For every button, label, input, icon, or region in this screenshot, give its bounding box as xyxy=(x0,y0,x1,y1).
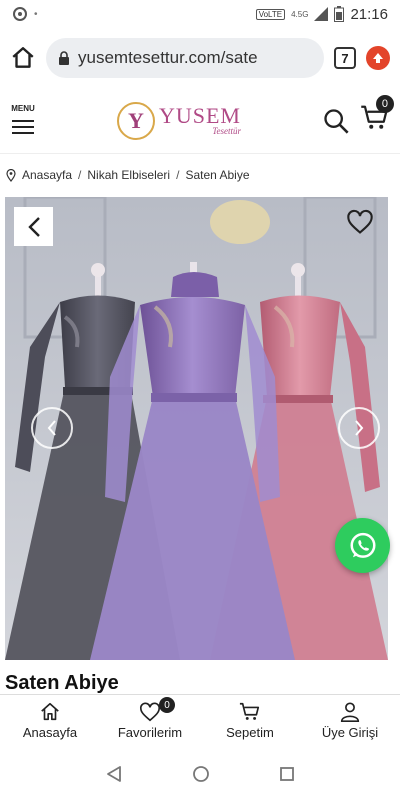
update-icon[interactable] xyxy=(366,46,390,70)
heart-icon xyxy=(347,209,373,234)
volte-badge: VoLTE xyxy=(255,8,286,20)
notification-icon xyxy=(13,7,27,21)
battery-icon xyxy=(334,6,345,22)
nav-home-label: Anasayfa xyxy=(22,725,78,740)
add-to-favorites-button[interactable] xyxy=(346,209,374,240)
gallery-back-button[interactable] xyxy=(14,207,53,246)
home-icon[interactable] xyxy=(10,45,36,71)
product-title: Saten Abiye xyxy=(5,672,119,694)
nav-favorites-label: Favorilerim xyxy=(117,725,183,740)
search-icon[interactable] xyxy=(322,107,350,135)
logo-subtitle: Tesettür xyxy=(212,126,241,136)
whatsapp-button[interactable] xyxy=(335,518,390,573)
menu-button[interactable]: MENU xyxy=(10,104,36,138)
back-icon[interactable] xyxy=(105,765,123,783)
site-header: MENU Y YUSEM Tesettür 0 xyxy=(0,88,400,154)
nav-home[interactable]: Anasayfa xyxy=(5,701,95,740)
lock-icon xyxy=(59,51,69,65)
logo-name: YUSEM xyxy=(158,103,241,128)
browser-toolbar: yusemtesettur.com/sate 7 xyxy=(0,28,400,88)
header-cart-button[interactable]: 0 xyxy=(360,95,394,138)
tab-switcher-icon[interactable]: 7 xyxy=(334,47,356,69)
home-circle-icon[interactable] xyxy=(192,765,210,783)
whatsapp-icon xyxy=(350,532,375,558)
gallery-next-button[interactable] xyxy=(338,407,380,449)
breadcrumb-separator: / xyxy=(176,168,180,182)
status-bar: • VoLTE 4.5G 21:16 xyxy=(0,0,400,28)
site-logo[interactable]: Y YUSEM Tesettür xyxy=(116,101,241,140)
menu-label: MENU xyxy=(11,103,35,113)
nav-login[interactable]: Üye Girişi xyxy=(305,701,395,740)
home-icon xyxy=(41,702,59,721)
breadcrumb-item-home[interactable]: Anasayfa xyxy=(22,168,72,182)
nav-cart[interactable]: Sepetim xyxy=(205,701,295,740)
breadcrumb-separator: / xyxy=(78,168,82,182)
address-bar[interactable]: yusemtesettur.com/sate xyxy=(46,38,324,78)
breadcrumb-item-category[interactable]: Nikah Elbiseleri xyxy=(87,168,170,182)
chevron-left-icon xyxy=(47,420,56,436)
cart-count-badge: 0 xyxy=(375,95,394,113)
bottom-navigation: Anasayfa 0 Favorilerim Sepetim Üye Giriş… xyxy=(0,694,400,746)
breadcrumb: Anasayfa / Nikah Elbiseleri / Saten Abiy… xyxy=(0,162,400,188)
menu-icon xyxy=(12,116,34,138)
recents-icon[interactable] xyxy=(279,766,295,782)
nav-login-label: Üye Girişi xyxy=(321,725,379,740)
breadcrumb-item-current: Saten Abiye xyxy=(185,168,250,182)
favorites-count-badge: 0 xyxy=(159,697,175,713)
dot-icon: • xyxy=(34,8,38,20)
network-type: 4.5G xyxy=(291,9,309,19)
nav-favorites[interactable]: 0 Favorilerim xyxy=(105,697,195,740)
system-navigation-bar xyxy=(0,748,400,800)
user-icon xyxy=(340,702,360,722)
nav-cart-label: Sepetim xyxy=(226,725,274,740)
chevron-right-icon xyxy=(355,420,364,436)
chevron-left-icon xyxy=(27,216,40,237)
clock: 21:16 xyxy=(350,5,388,23)
signal-icon xyxy=(314,7,329,21)
url-text: yusemtesettur.com/sate xyxy=(78,48,258,67)
product-image-gallery[interactable] xyxy=(5,197,388,660)
location-pin-icon xyxy=(6,168,16,182)
logo-emblem: Y xyxy=(116,101,155,140)
cart-icon xyxy=(239,702,260,720)
heart-icon xyxy=(140,702,160,722)
gallery-prev-button[interactable] xyxy=(31,407,73,449)
